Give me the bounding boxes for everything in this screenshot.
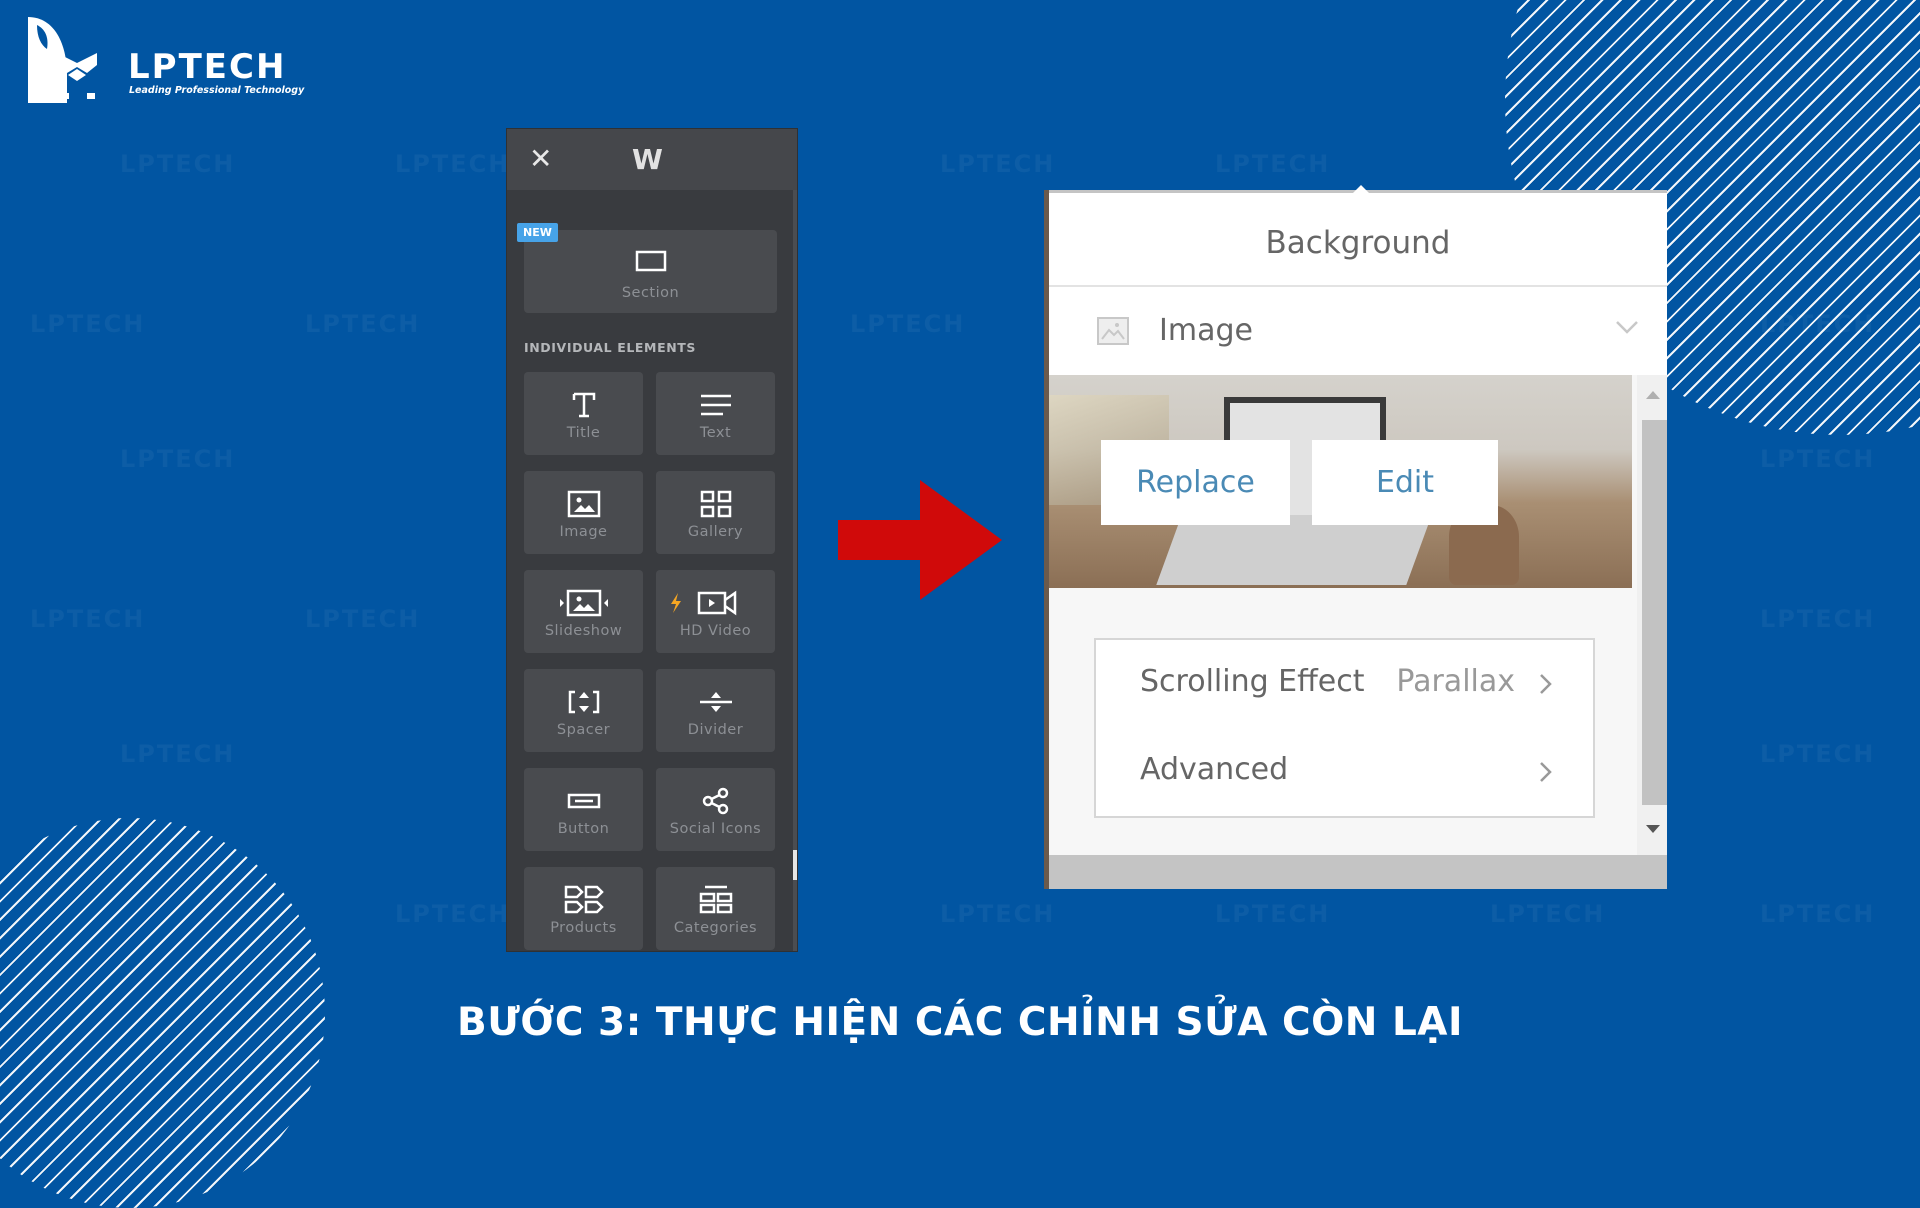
background-settings-panel: Background Image Replace Edit Scrolling … [1044, 185, 1667, 889]
background-type-value: Image [1159, 313, 1253, 348]
text-lines-icon [700, 394, 731, 416]
gallery-grid-icon [700, 490, 731, 518]
background-header: Background [1049, 185, 1667, 287]
panel-scrollbar[interactable] [793, 190, 797, 951]
edit-button[interactable]: Edit [1312, 440, 1498, 525]
element-label: Image [559, 524, 608, 540]
element-tile-title[interactable]: Title [524, 372, 643, 455]
watermark: LPTECH [1490, 900, 1606, 928]
watermark: LPTECH [1215, 900, 1331, 928]
element-tile-gallery[interactable]: Gallery [656, 471, 775, 554]
video-camera-icon [697, 590, 737, 616]
watermark: LPTECH [1760, 605, 1876, 633]
categories-icon [699, 885, 732, 914]
watermark: LPTECH [940, 900, 1056, 928]
element-tile-social-icons[interactable]: Social Icons [656, 768, 775, 851]
lightning-icon [671, 593, 681, 613]
element-label: Gallery [687, 524, 744, 540]
element-label: Spacer [556, 722, 611, 738]
element-label: Social Icons [669, 821, 762, 837]
element-tile-button[interactable]: Button [524, 768, 643, 851]
scroll-down-arrow-icon[interactable] [1646, 825, 1660, 833]
elements-panel: ✕ W Section NEW INDIVIDUAL ELEMENTS Titl… [507, 129, 797, 951]
watermark: LPTECH [120, 740, 236, 768]
element-tile-divider[interactable]: Divider [656, 669, 775, 752]
watermark: LPTECH [305, 310, 421, 338]
button-icon [567, 793, 600, 809]
element-label: Text [699, 425, 732, 441]
chevron-down-icon [1616, 321, 1638, 334]
chevron-right-icon [1540, 674, 1552, 694]
element-label: Section [621, 285, 680, 301]
background-options: Scrolling Effect Parallax Advanced [1094, 638, 1595, 818]
panel-scrollbar-thumb[interactable] [793, 850, 797, 880]
step-caption: BƯỚC 3: THỰC HIỆN CÁC CHỈNH SỬA CÒN LẠI [456, 1000, 1464, 1045]
element-tile-text[interactable]: Text [656, 372, 775, 455]
option-scrolling-effect[interactable]: Scrolling Effect Parallax [1096, 640, 1593, 728]
element-tile-image[interactable]: Image [524, 471, 643, 554]
divider-icon [699, 692, 732, 712]
element-label: HD Video [679, 623, 752, 639]
option-value: Parallax [1396, 664, 1515, 699]
element-tile-slideshow[interactable]: Slideshow [524, 570, 643, 653]
photo-detail [1156, 515, 1432, 585]
weebly-logo-icon: W [632, 143, 663, 176]
image-icon [1097, 317, 1129, 345]
watermark: LPTECH [395, 900, 511, 928]
brand-tagline: Leading Professional Technology [129, 85, 305, 96]
watermark: LPTECH [1215, 150, 1331, 178]
option-advanced[interactable]: Advanced [1096, 728, 1593, 816]
element-tile-hd-video[interactable]: HD Video [656, 570, 775, 653]
element-label: Divider [687, 722, 744, 738]
section-heading: INDIVIDUAL ELEMENTS [524, 340, 697, 355]
watermark: LPTECH [305, 605, 421, 633]
title-icon [572, 392, 595, 418]
watermark: LPTECH [1760, 445, 1876, 473]
chevron-right-icon [1540, 762, 1552, 782]
replace-button[interactable]: Replace [1101, 440, 1290, 525]
watermark: LPTECH [940, 150, 1056, 178]
watermark: LPTECH [120, 150, 236, 178]
rectangle-icon [635, 250, 666, 272]
option-label: Scrolling Effect [1140, 664, 1365, 699]
element-tile-section[interactable]: Section [524, 230, 777, 313]
share-icon [702, 787, 728, 815]
element-tile-categories[interactable]: Categories [656, 867, 775, 950]
scrollbar-thumb[interactable] [1642, 420, 1667, 805]
close-icon[interactable]: ✕ [529, 143, 552, 175]
brand-logo: LPTECH Leading Professional Technology [25, 15, 304, 110]
watermark: LPTECH [1760, 740, 1876, 768]
element-tile-products[interactable]: Products [524, 867, 643, 950]
panel-title: Background [1265, 225, 1451, 261]
watermark: LPTECH [1760, 900, 1876, 928]
watermark: LPTECH [30, 605, 146, 633]
tags-icon [564, 885, 604, 914]
fox-logo-icon [28, 17, 97, 103]
panel-scrollbar[interactable] [1637, 375, 1667, 855]
watermark: LPTECH [30, 310, 146, 338]
element-label: Slideshow [544, 623, 623, 639]
image-icon [567, 490, 600, 518]
background-type-select[interactable]: Image [1049, 287, 1667, 375]
element-label: Button [557, 821, 610, 837]
right-arrow-icon [838, 480, 1002, 600]
watermark: LPTECH [120, 445, 236, 473]
element-label: Products [550, 920, 617, 936]
brand-name: LPTECH [128, 47, 287, 87]
spacer-icon [568, 690, 599, 714]
option-label: Advanced [1140, 752, 1289, 787]
scroll-up-arrow-icon[interactable] [1646, 391, 1660, 399]
watermark: LPTECH [395, 150, 511, 178]
element-tile-spacer[interactable]: Spacer [524, 669, 643, 752]
background-image-preview: Replace Edit [1049, 375, 1632, 588]
popover-caret [1352, 185, 1370, 194]
new-badge: NEW [517, 223, 558, 242]
element-label: Title [566, 425, 601, 441]
slideshow-icon [559, 589, 608, 617]
background-card: Background Image Replace Edit Scrolling … [1049, 185, 1667, 855]
element-label: Categories [673, 920, 758, 936]
watermark: LPTECH [850, 310, 966, 338]
elements-panel-header: ✕ W [507, 129, 797, 190]
